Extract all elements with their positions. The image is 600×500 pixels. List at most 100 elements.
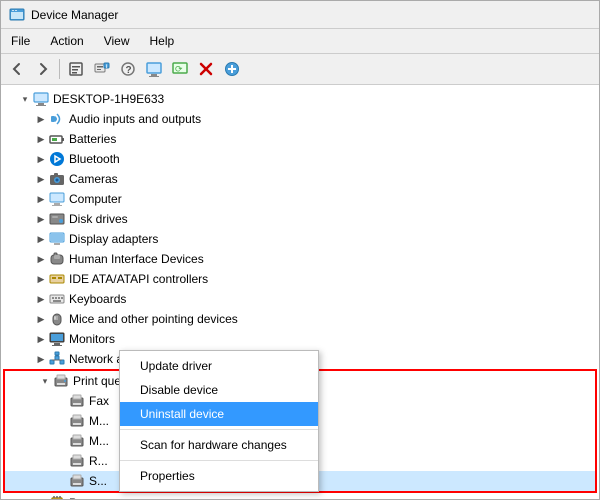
tree-item-mice[interactable]: ▶ Mice and other pointing devices — [1, 309, 599, 329]
window-title: Device Manager — [31, 8, 118, 22]
computer-icon — [33, 91, 49, 107]
mice-label: Mice and other pointing devices — [69, 312, 238, 326]
printer-m2-label: M... — [89, 434, 109, 448]
batteries-icon — [49, 131, 65, 147]
pm1-expand — [53, 413, 69, 429]
monitors-expand[interactable]: ▶ — [33, 331, 49, 347]
keyboards-label: Keyboards — [69, 292, 126, 306]
menu-action[interactable]: Action — [40, 31, 93, 51]
monitors-label: Monitors — [69, 332, 115, 346]
bluetooth-label: Bluetooth — [69, 152, 120, 166]
context-uninstall-device[interactable]: Uninstall device — [120, 402, 318, 426]
tree-item-display[interactable]: ▶ Display adapters — [1, 229, 599, 249]
cameras-expand[interactable]: ▶ — [33, 171, 49, 187]
root-expand[interactable]: ▾ — [17, 91, 33, 107]
menu-file[interactable]: File — [1, 31, 40, 51]
title-bar: Device Manager — [1, 1, 599, 29]
print-queues-expand[interactable]: ▾ — [37, 373, 53, 389]
tree-item-processors[interactable]: ▶ Proce... — [1, 493, 599, 499]
context-properties[interactable]: Properties — [120, 464, 318, 488]
tree-item-ide[interactable]: ▶ IDE ATA/ATAPI controllers — [1, 269, 599, 289]
fax-icon — [69, 393, 85, 409]
batteries-label: Batteries — [69, 132, 116, 146]
printer-r-label: R... — [89, 454, 108, 468]
tree-item-audio[interactable]: ▶ Audio inputs and outputs — [1, 109, 599, 129]
toolbar-separator-1 — [59, 59, 60, 79]
ide-icon — [49, 271, 65, 287]
keyboards-icon — [49, 291, 65, 307]
processors-label: Proce... — [69, 496, 110, 499]
display-expand[interactable]: ▶ — [33, 231, 49, 247]
print-queues-icon — [53, 373, 69, 389]
audio-label: Audio inputs and outputs — [69, 112, 201, 126]
network-expand[interactable]: ▶ — [33, 351, 49, 367]
tree-item-disk[interactable]: ▶ Disk drives — [1, 209, 599, 229]
add-button[interactable] — [220, 57, 244, 81]
menu-bar: File Action View Help — [1, 29, 599, 54]
display-hidden-button[interactable] — [142, 57, 166, 81]
toolbar: i ? ⟳ — [1, 54, 599, 85]
printer-s-icon — [69, 473, 85, 489]
hid-expand[interactable]: ▶ — [33, 251, 49, 267]
remove-button[interactable] — [194, 57, 218, 81]
context-scan-hardware[interactable]: Scan for hardware changes — [120, 433, 318, 457]
svg-text:?: ? — [126, 65, 132, 76]
context-update-driver[interactable]: Update driver — [120, 354, 318, 378]
ide-label: IDE ATA/ATAPI controllers — [69, 272, 208, 286]
tree-item-hid[interactable]: ▶ Human Interface Devices — [1, 249, 599, 269]
audio-icon — [49, 111, 65, 127]
printer-s-label: S... — [89, 474, 107, 488]
scan-hardware-button[interactable]: ⟳ — [168, 57, 192, 81]
processors-expand[interactable]: ▶ — [33, 495, 49, 499]
back-button[interactable] — [5, 57, 29, 81]
mice-expand[interactable]: ▶ — [33, 311, 49, 327]
device-manager-window: Device Manager File Action View Help — [0, 0, 600, 500]
computer-label: Computer — [69, 192, 122, 206]
monitors-icon — [49, 331, 65, 347]
context-separator — [120, 429, 318, 430]
tree-item-keyboards[interactable]: ▶ Keyboards — [1, 289, 599, 309]
pr-expand — [53, 453, 69, 469]
display-label: Display adapters — [69, 232, 158, 246]
bluetooth-expand[interactable]: ▶ — [33, 151, 49, 167]
audio-expand[interactable]: ▶ — [33, 111, 49, 127]
help-button[interactable]: ? — [116, 57, 140, 81]
context-disable-device[interactable]: Disable device — [120, 378, 318, 402]
cameras-label: Cameras — [69, 172, 118, 186]
keyboards-expand[interactable]: ▶ — [33, 291, 49, 307]
hid-label: Human Interface Devices — [69, 252, 204, 266]
printer-m1-label: M... — [89, 414, 109, 428]
tree-item-batteries[interactable]: ▶ Batteries — [1, 129, 599, 149]
properties-button[interactable] — [64, 57, 88, 81]
network-icon — [49, 351, 65, 367]
fax-label: Fax — [89, 394, 109, 408]
update-driver-button[interactable]: i — [90, 57, 114, 81]
printer-m2-icon — [69, 433, 85, 449]
ps-expand — [53, 473, 69, 489]
computer-expand[interactable]: ▶ — [33, 191, 49, 207]
display-icon — [49, 231, 65, 247]
tree-item-computer[interactable]: ▶ Computer — [1, 189, 599, 209]
menu-view[interactable]: View — [94, 31, 140, 51]
context-separator-2 — [120, 460, 318, 461]
bluetooth-icon — [49, 151, 65, 167]
batteries-expand[interactable]: ▶ — [33, 131, 49, 147]
tree-item-bluetooth[interactable]: ▶ Bluetooth — [1, 149, 599, 169]
menu-help[interactable]: Help — [140, 31, 185, 51]
mice-icon — [49, 311, 65, 327]
fax-expand — [53, 393, 69, 409]
disk-label: Disk drives — [69, 212, 128, 226]
pm2-expand — [53, 433, 69, 449]
root-label: DESKTOP-1H9E633 — [53, 92, 164, 106]
tree-item-monitors[interactable]: ▶ Monitors — [1, 329, 599, 349]
hid-icon — [49, 251, 65, 267]
window-icon — [9, 7, 25, 23]
forward-button[interactable] — [31, 57, 55, 81]
tree-root[interactable]: ▾ DESKTOP-1H9E633 — [1, 89, 599, 109]
ide-expand[interactable]: ▶ — [33, 271, 49, 287]
tree-item-cameras[interactable]: ▶ Cameras — [1, 169, 599, 189]
disk-icon — [49, 211, 65, 227]
svg-text:⟳: ⟳ — [175, 64, 183, 74]
printer-r-icon — [69, 453, 85, 469]
disk-expand[interactable]: ▶ — [33, 211, 49, 227]
